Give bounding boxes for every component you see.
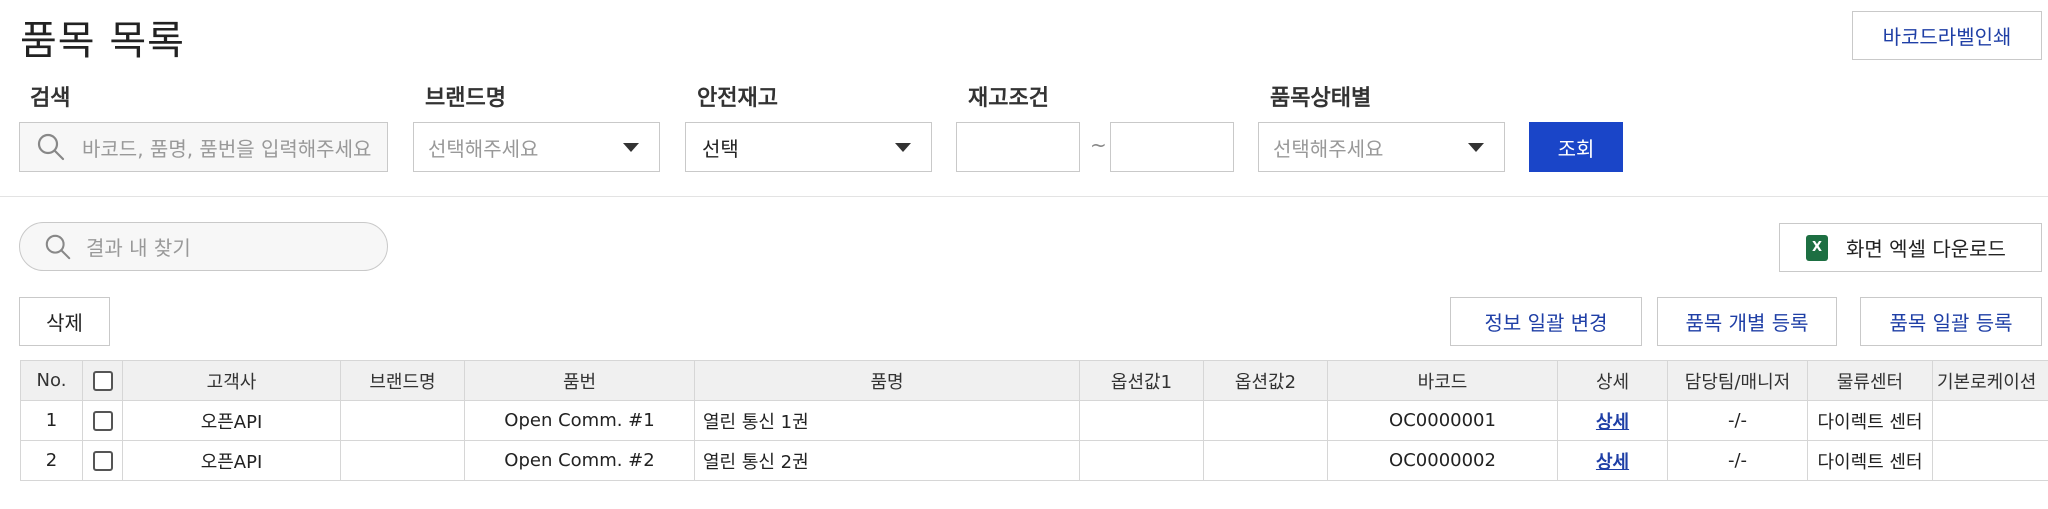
brand-select[interactable]: 선택해주세요 (413, 122, 660, 172)
excel-download-label: 화면 엑셀 다운로드 (1846, 237, 2006, 261)
search-input[interactable]: 바코드, 품명, 품번을 입력해주세요 (82, 133, 382, 162)
chevron-down-icon (623, 143, 639, 152)
cell-location (1932, 440, 2048, 481)
query-button[interactable]: 조회 (1529, 122, 1623, 172)
excel-icon: X (1806, 234, 1828, 261)
single-register-button[interactable]: 품목 개별 등록 (1657, 297, 1837, 346)
detail-link[interactable]: 상세 (1596, 452, 1629, 473)
item-status-label: 품목상태별 (1270, 86, 1372, 111)
column-header-option2: 옵션값2 (1203, 360, 1328, 401)
cell-center: 다이렉트 센터 (1807, 440, 1933, 481)
page-title: 품목 목록 (20, 18, 185, 64)
safety-stock-label: 안전재고 (697, 86, 778, 111)
brand-select-placeholder: 선택해주세요 (428, 136, 539, 161)
search-field[interactable]: 바코드, 품명, 품번을 입력해주세요 (19, 122, 388, 172)
search-icon (45, 234, 71, 259)
column-header-item-name: 품명 (694, 360, 1080, 401)
table-row[interactable]: 2 오픈API Open Comm. #2 열린 통신 2권 OC0000002… (20, 440, 2048, 481)
cell-customer: 오픈API (122, 440, 341, 481)
cell-manager: -/- (1667, 400, 1808, 441)
stock-max-input[interactable] (1110, 122, 1234, 172)
select-all-checkbox[interactable] (92, 371, 113, 391)
column-header-no: No. (20, 360, 83, 401)
cell-option1 (1079, 400, 1204, 441)
cell-detail[interactable]: 상세 (1557, 440, 1668, 481)
barcode-label-print-button[interactable]: 바코드라벨인쇄 (1852, 11, 2042, 60)
safety-stock-select[interactable]: 선택 (685, 122, 932, 172)
cell-barcode: OC0000002 (1327, 440, 1558, 481)
column-header-center: 물류센터 (1807, 360, 1933, 401)
column-header-customer: 고객사 (122, 360, 341, 401)
cell-select[interactable] (82, 400, 123, 441)
table-header-row: No. 고객사 브랜드명 품번 품명 옵션값1 옵션값2 바코드 상세 담당팀/… (20, 360, 2048, 401)
column-header-option1: 옵션값1 (1079, 360, 1204, 401)
cell-center: 다이렉트 센터 (1807, 400, 1933, 441)
excel-download-button[interactable]: X 화면 엑셀 다운로드 (1779, 223, 2042, 272)
column-header-location: 기본로케이션 (1932, 360, 2048, 401)
cell-brand (340, 400, 465, 441)
cell-brand (340, 440, 465, 481)
stock-min-input[interactable] (956, 122, 1080, 172)
bulk-info-change-button[interactable]: 정보 일괄 변경 (1450, 297, 1642, 346)
table-row[interactable]: 1 오픈API Open Comm. #1 열린 통신 1권 OC0000001… (20, 400, 2048, 441)
item-table: No. 고객사 브랜드명 품번 품명 옵션값1 옵션값2 바코드 상세 담당팀/… (20, 360, 2048, 481)
cell-item-no: Open Comm. #1 (464, 400, 695, 441)
column-header-barcode: 바코드 (1327, 360, 1558, 401)
cell-option2 (1203, 400, 1328, 441)
cell-item-name: 열린 통신 1권 (694, 400, 1080, 441)
cell-barcode: OC0000001 (1327, 400, 1558, 441)
column-header-manager: 담당팀/매니저 (1667, 360, 1808, 401)
item-status-select[interactable]: 선택해주세요 (1258, 122, 1505, 172)
cell-option1 (1079, 440, 1204, 481)
cell-item-name: 열린 통신 2권 (694, 440, 1080, 481)
search-icon (37, 133, 65, 161)
stock-condition-label: 재고조건 (968, 86, 1049, 111)
row-checkbox[interactable] (92, 411, 113, 431)
safety-stock-value: 선택 (702, 136, 739, 161)
cell-detail[interactable]: 상세 (1557, 400, 1668, 441)
section-divider (0, 196, 2048, 197)
result-search-field[interactable]: 결과 내 찾기 (19, 222, 388, 271)
row-checkbox[interactable] (92, 451, 113, 471)
result-search-input[interactable]: 결과 내 찾기 (86, 232, 191, 261)
bulk-register-button[interactable]: 품목 일괄 등록 (1860, 297, 2042, 346)
brand-label: 브랜드명 (425, 86, 506, 111)
cell-no: 1 (20, 400, 83, 441)
search-label: 검색 (30, 86, 71, 111)
cell-item-no: Open Comm. #2 (464, 440, 695, 481)
column-header-detail: 상세 (1557, 360, 1668, 401)
range-separator: ~ (1090, 133, 1107, 157)
chevron-down-icon (1468, 143, 1484, 152)
cell-option2 (1203, 440, 1328, 481)
cell-manager: -/- (1667, 440, 1808, 481)
column-header-select[interactable] (82, 360, 123, 401)
cell-no: 2 (20, 440, 83, 481)
chevron-down-icon (895, 143, 911, 152)
cell-customer: 오픈API (122, 400, 341, 441)
item-status-placeholder: 선택해주세요 (1273, 136, 1384, 161)
column-header-item-no: 품번 (464, 360, 695, 401)
delete-button[interactable]: 삭제 (19, 297, 110, 346)
cell-location (1932, 400, 2048, 441)
column-header-brand: 브랜드명 (340, 360, 465, 401)
detail-link[interactable]: 상세 (1596, 412, 1629, 433)
cell-select[interactable] (82, 440, 123, 481)
